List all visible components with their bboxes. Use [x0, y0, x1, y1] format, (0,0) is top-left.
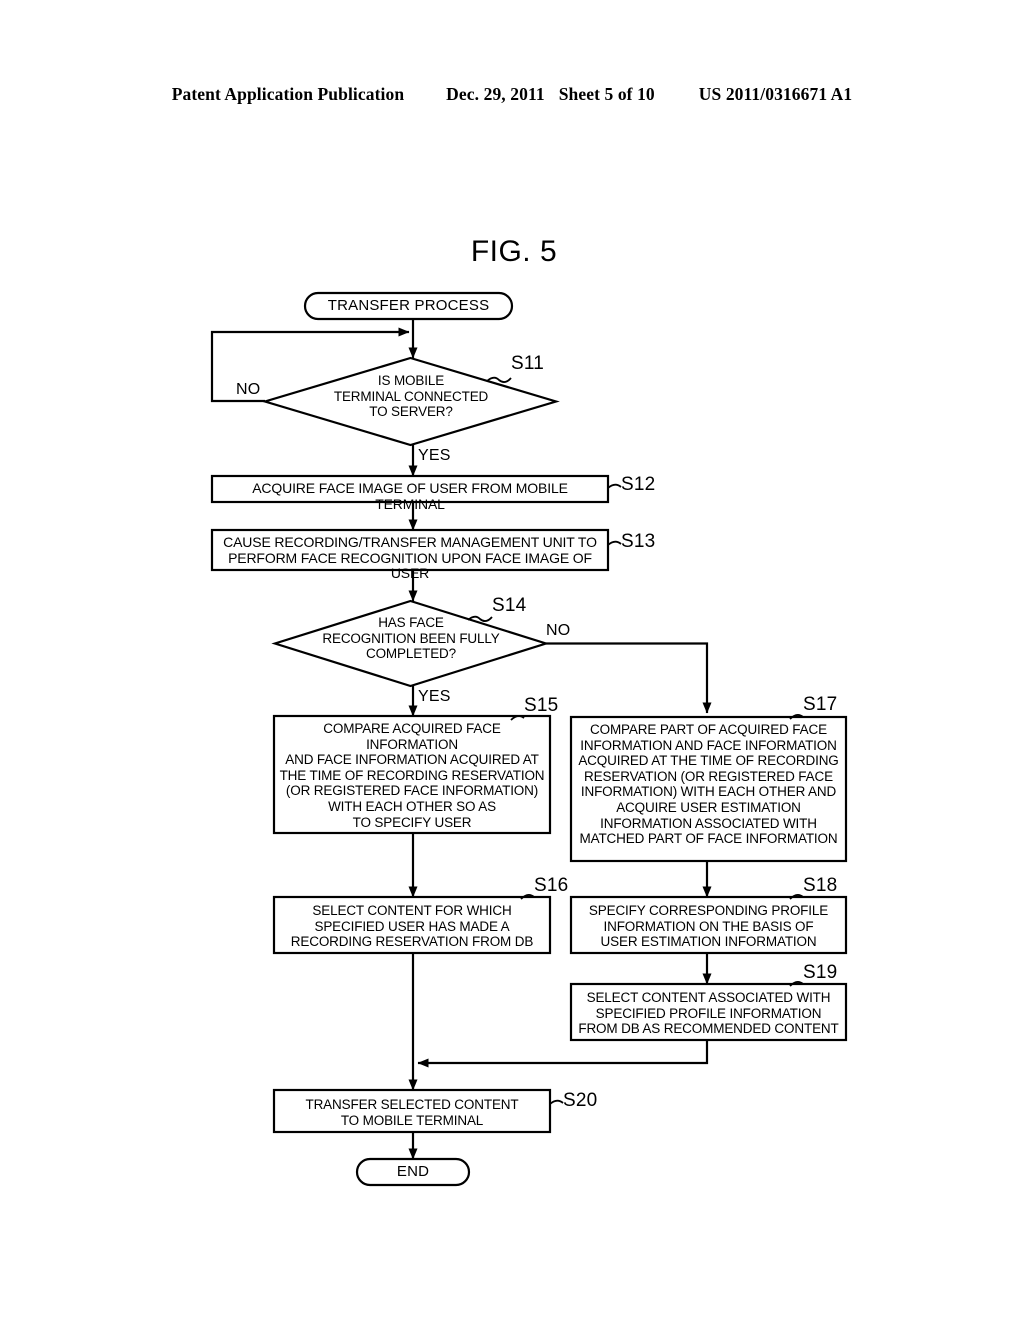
s14-yes-label: YES	[418, 688, 451, 705]
s20-process-shape	[272, 1088, 552, 1134]
s17-process-shape	[569, 715, 848, 863]
s18-process-shape	[569, 895, 848, 955]
s12-process-shape	[210, 474, 610, 504]
step-ref-s18: S18	[803, 875, 838, 896]
step-ref-s11: S11	[511, 353, 544, 374]
s11-no-label: NO	[236, 381, 261, 398]
end-terminator-shape	[355, 1157, 471, 1187]
step-ref-s17: S17	[803, 694, 838, 715]
step-ref-s19: S19	[803, 962, 838, 983]
flowchart-diagram	[210, 291, 848, 1187]
start-terminator-shape	[303, 291, 514, 321]
step-ref-s20: S20	[563, 1090, 598, 1111]
step-ref-s12: S12	[621, 474, 656, 495]
step-ref-s14: S14	[492, 595, 527, 616]
s14-no-label: NO	[546, 622, 571, 639]
step-ref-s15: S15	[524, 695, 559, 716]
s13-process-shape	[210, 528, 610, 572]
s11-yes-label: YES	[418, 447, 451, 464]
step-ref-s13: S13	[621, 531, 656, 552]
s15-process-shape	[272, 714, 552, 835]
s19-process-shape	[569, 982, 848, 1042]
step-ref-s16: S16	[534, 875, 569, 896]
right-branch-merge	[417, 1040, 709, 1068]
s16-process-shape	[272, 895, 552, 955]
s14-no-branch	[546, 642, 712, 714]
